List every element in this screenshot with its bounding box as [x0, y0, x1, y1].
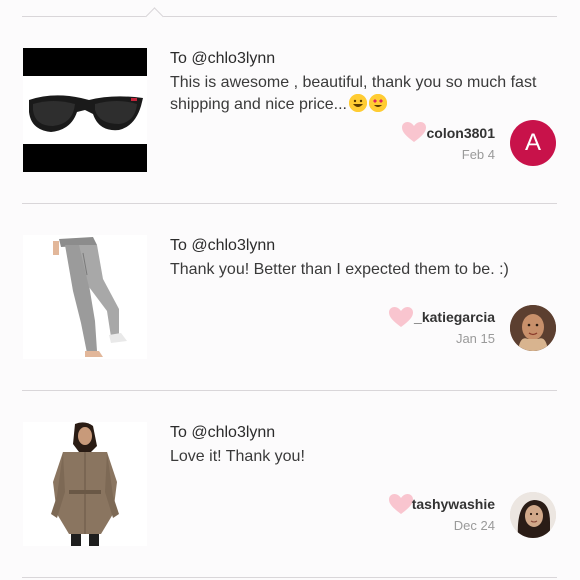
user-photo-icon — [510, 305, 556, 351]
review-item: To @chlo3lynn This is awesome , beautifu… — [0, 16, 580, 203]
avatar[interactable] — [510, 305, 556, 351]
reviewer-username[interactable]: _katiegarcia — [395, 309, 495, 325]
review-date: Feb 4 — [461, 147, 495, 162]
review-date: Jan 15 — [455, 331, 495, 346]
product-image-sunglasses[interactable] — [23, 48, 147, 172]
review-recipient: To @chlo3lynn — [170, 237, 276, 254]
reviewer-username[interactable]: colon3801 — [400, 125, 495, 141]
grinning-face-icon — [349, 94, 367, 112]
review-divider — [22, 577, 557, 578]
avatar[interactable] — [510, 492, 556, 538]
review-message: Love it! Thank you! — [170, 448, 305, 465]
heart-eyes-icon — [369, 94, 387, 112]
review-recipient: To @chlo3lynn — [170, 424, 276, 441]
leggings-image — [23, 235, 147, 359]
review-recipient: To @chlo3lynn — [170, 50, 276, 67]
review-message: This is awesome , beautiful, thank you s… — [170, 72, 560, 116]
review-item: To @chlo3lynn Thank you! Better than I e… — [0, 203, 580, 390]
user-photo-icon — [510, 492, 556, 538]
sunglasses-image — [23, 48, 147, 172]
jacket-image — [23, 422, 147, 546]
product-image-leggings[interactable] — [23, 235, 147, 359]
review-item: To @chlo3lynn Love it! Thank you! tashyw… — [0, 390, 580, 577]
reviewer-username[interactable]: tashywashie — [400, 496, 495, 512]
avatar[interactable]: A — [510, 120, 556, 166]
review-message: Thank you! Better than I expected them t… — [170, 261, 509, 278]
product-image-jacket[interactable] — [23, 422, 147, 546]
review-date: Dec 24 — [453, 518, 495, 533]
